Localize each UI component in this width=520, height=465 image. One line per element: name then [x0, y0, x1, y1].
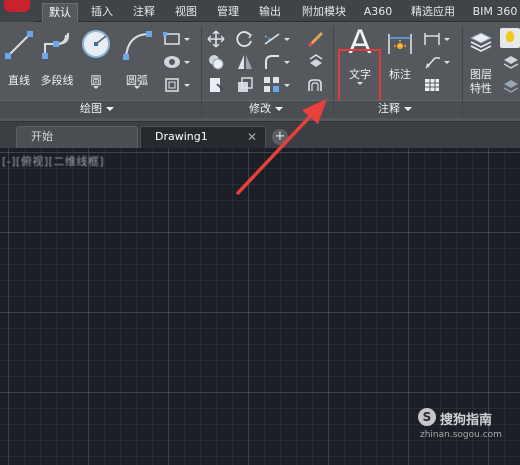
layers-panel-footer[interactable]	[463, 100, 520, 118]
tab-view[interactable]: 视图	[168, 3, 204, 22]
boundary-icon[interactable]	[163, 76, 181, 94]
tab-output[interactable]: 输出	[252, 3, 288, 22]
chevron-down-icon	[106, 107, 114, 111]
layer-properties-icon	[469, 32, 493, 52]
modify-panel-title[interactable]: 修改	[249, 102, 283, 116]
polyline-icon	[42, 33, 69, 59]
layer-label-line2: 特性	[470, 82, 492, 95]
circle-dropdown-icon[interactable]	[93, 86, 99, 89]
tab-drawing1-label: Drawing1	[155, 130, 208, 143]
dimension-tool[interactable]: 标注	[386, 30, 414, 86]
close-icon[interactable]: ✕	[247, 127, 257, 147]
layer-match-icon[interactable]	[502, 76, 520, 94]
sogou-logo-icon: S	[418, 408, 436, 426]
document-tab-bar: 开始 Drawing1 ✕ +	[0, 122, 520, 148]
tab-manage[interactable]: 管理	[210, 3, 246, 22]
move-icon[interactable]	[207, 30, 225, 48]
watermark-url: zhinan.sogou.com	[420, 430, 502, 440]
tab-annotate[interactable]: 注释	[126, 3, 162, 22]
line-label: 直线	[8, 74, 30, 87]
tab-start[interactable]: 开始	[16, 126, 138, 148]
polyline-tool[interactable]: 多段线	[40, 30, 74, 87]
trim-icon[interactable]	[263, 30, 281, 48]
watermark-brand: 搜狗指南	[440, 413, 493, 428]
arc-tool[interactable]: 圆弧	[120, 30, 154, 94]
layer-properties-tool[interactable]: 图层 特性	[466, 30, 496, 95]
viewport-controls-label[interactable]: [-][俯视][二维线框]	[2, 153, 104, 169]
circle-tool[interactable]: 圆	[80, 28, 112, 92]
modify-panel-title-text: 修改	[249, 102, 271, 115]
chevron-down-icon	[404, 107, 412, 111]
arc-icon	[123, 31, 152, 60]
stretch-icon[interactable]	[207, 76, 225, 94]
leader-dropdown-icon[interactable]	[444, 61, 450, 64]
tab-featured-apps[interactable]: 精选应用	[404, 3, 462, 22]
tab-default[interactable]: 默认	[42, 3, 78, 22]
annotation-panel-title-text: 注释	[378, 102, 400, 115]
offset-icon[interactable]	[307, 76, 325, 94]
polyline-label: 多段线	[40, 74, 74, 87]
hatch-icon[interactable]	[163, 53, 181, 71]
ribbon-panel-area: 直线 多段线 圆 圆弧 A 文字 标注 图层 特性 绘图 修改 注释	[0, 22, 520, 122]
boundary-dropdown-icon[interactable]	[184, 84, 190, 87]
explode-icon[interactable]	[307, 53, 325, 71]
tab-addins[interactable]: 附加模块	[294, 3, 354, 22]
copy-icon[interactable]	[207, 53, 225, 71]
circle-icon	[82, 30, 110, 58]
rotate-icon[interactable]	[236, 30, 254, 48]
draw-panel-title[interactable]: 绘图	[80, 102, 114, 116]
rectangle-dropdown-icon[interactable]	[184, 38, 190, 41]
layer-state-icon[interactable]	[500, 28, 520, 48]
tab-drawing1[interactable]: Drawing1 ✕	[140, 126, 266, 148]
fillet-icon[interactable]	[263, 53, 281, 71]
layer-tool-icon[interactable]	[502, 52, 520, 70]
fillet-dropdown-icon[interactable]	[284, 61, 290, 64]
line-icon	[5, 31, 33, 59]
tab-bim360[interactable]: BIM 360	[470, 3, 520, 22]
autocad-logo-icon	[4, 0, 30, 12]
dimension-dropdown-icon[interactable]	[444, 38, 450, 41]
rectangle-icon[interactable]	[163, 30, 181, 48]
application-menu-button[interactable]	[0, 0, 34, 22]
array-icon[interactable]	[263, 76, 281, 94]
tab-start-label: 开始	[31, 130, 53, 143]
trim-dropdown-icon[interactable]	[284, 38, 290, 41]
draw-panel-title-text: 绘图	[80, 102, 102, 115]
line-tool[interactable]: 直线	[4, 30, 34, 87]
tab-insert[interactable]: 插入	[84, 3, 120, 22]
ribbon-tab-bar: 默认 插入 注释 视图 管理 输出 附加模块 A360 精选应用 BIM 360	[0, 0, 520, 22]
lightbulb-icon	[506, 31, 514, 42]
tab-a360[interactable]: A360	[360, 3, 396, 22]
table-icon[interactable]	[423, 76, 441, 94]
linear-dimension-icon[interactable]	[423, 30, 441, 48]
erase-icon[interactable]	[307, 30, 325, 48]
arc-dropdown-icon[interactable]	[134, 86, 140, 89]
dimension-icon	[388, 34, 412, 54]
scale-icon[interactable]	[236, 76, 254, 94]
hatch-dropdown-icon[interactable]	[184, 61, 190, 64]
dimension-label: 标注	[389, 68, 411, 81]
add-tab-button[interactable]: +	[272, 129, 288, 145]
sogou-watermark: S 搜狗指南 zhinan.sogou.com	[418, 408, 518, 444]
chevron-down-icon	[275, 107, 283, 111]
array-dropdown-icon[interactable]	[284, 84, 290, 87]
mirror-icon[interactable]	[236, 53, 254, 71]
leader-icon[interactable]	[423, 53, 441, 71]
annotation-panel-title[interactable]: 注释	[378, 102, 412, 116]
